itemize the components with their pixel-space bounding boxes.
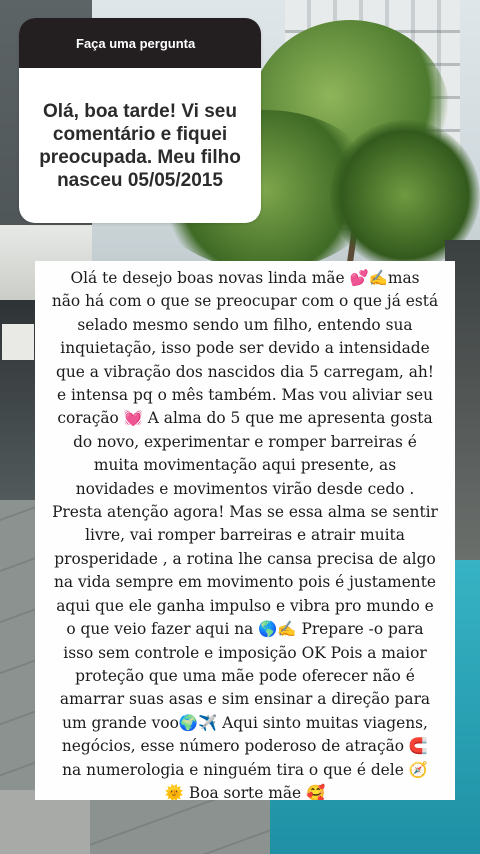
question-sticker-header: Faça uma pergunta xyxy=(19,18,261,68)
question-sticker[interactable]: Faça uma pergunta Olá, boa tarde! Vi seu… xyxy=(19,18,261,223)
answer-text: Olá te desejo boas novas linda mãe 💕✍️ma… xyxy=(51,269,439,800)
shop-left xyxy=(0,300,36,500)
question-text: Olá, boa tarde! Vi seu comentário e fiqu… xyxy=(39,100,241,191)
answer-card: Olá te desejo boas novas linda mãe 💕✍️ma… xyxy=(35,261,455,800)
